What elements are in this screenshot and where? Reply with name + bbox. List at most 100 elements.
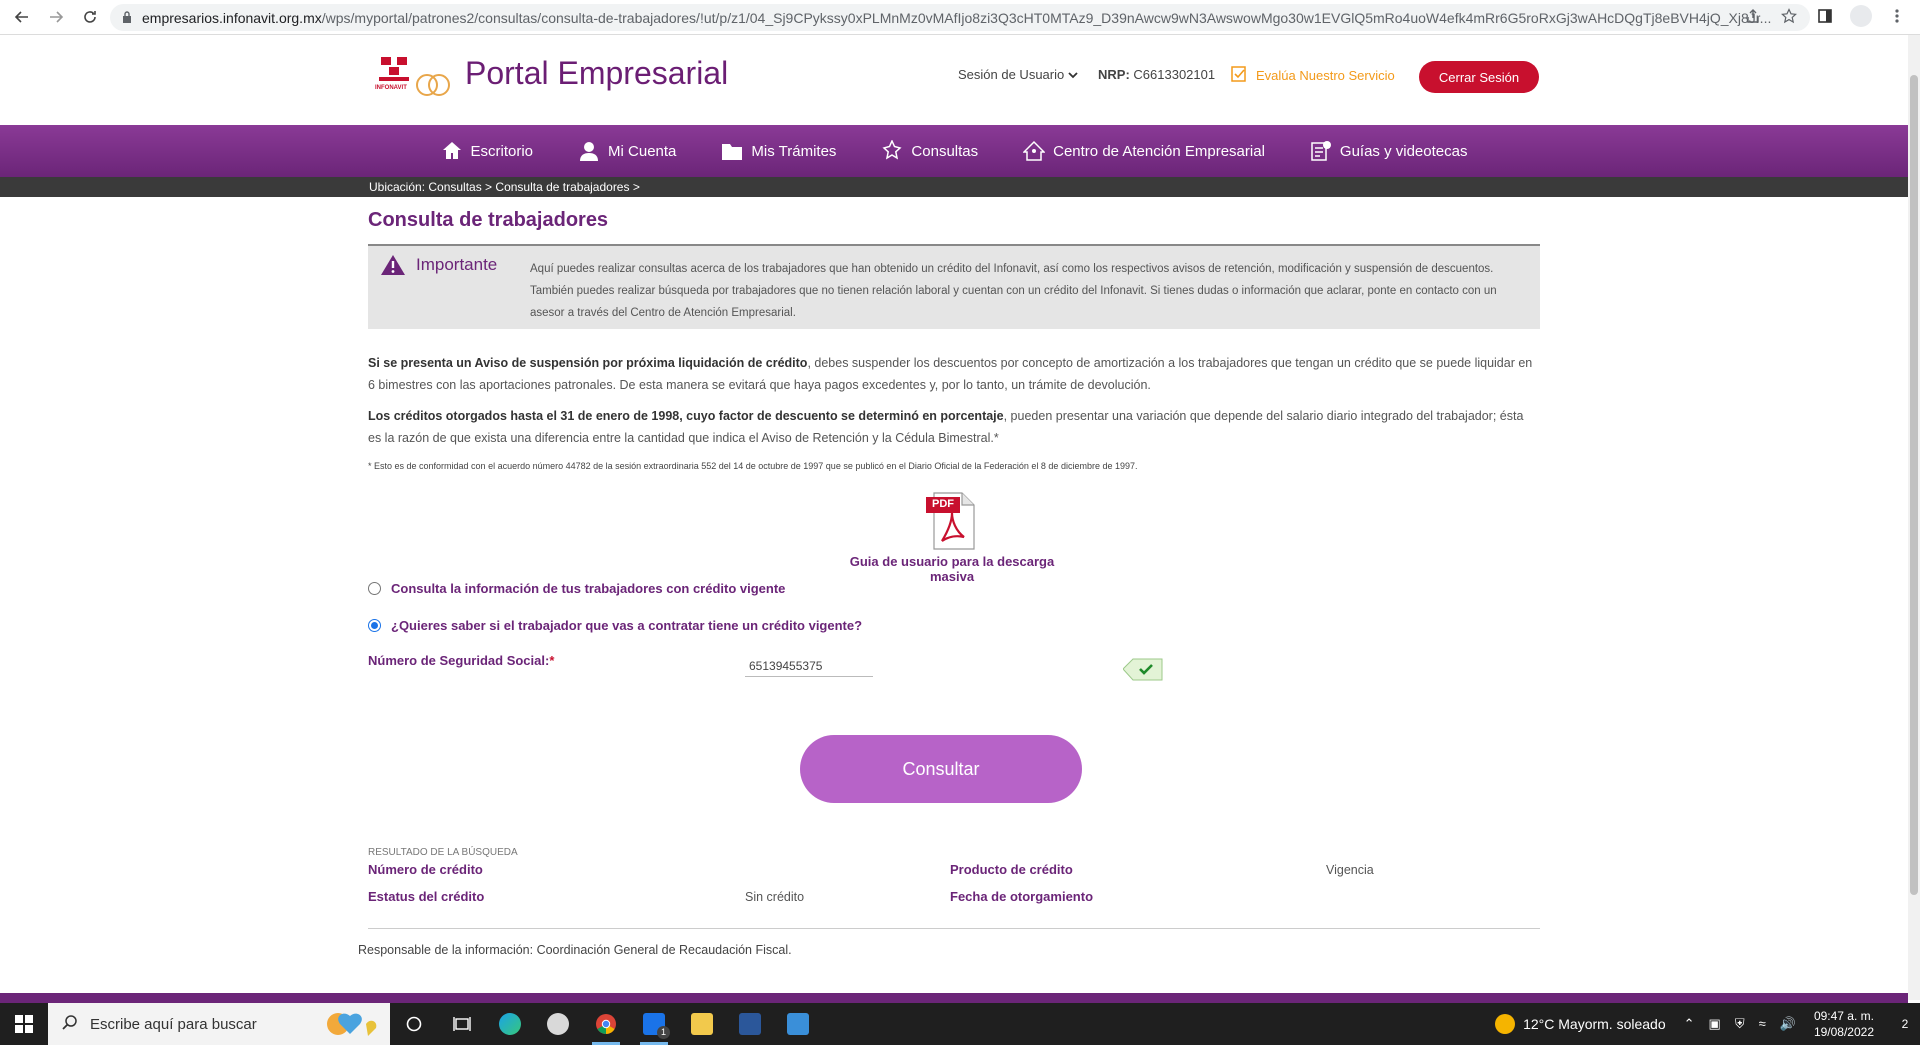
volume-icon[interactable]: 🔊 xyxy=(1780,1016,1796,1032)
stars-icon xyxy=(882,140,902,160)
logo-wordmark: INFONAVIT xyxy=(375,85,407,91)
clock[interactable]: 09:47 a. m. 19/08/2022 xyxy=(1814,1008,1874,1040)
bookmark-star-icon[interactable] xyxy=(1778,5,1800,27)
main-navigation: Escritorio Mi Cuenta Mis Trámites Consul… xyxy=(0,125,1908,177)
share-icon[interactable] xyxy=(1742,5,1764,27)
scrollbar-thumb[interactable] xyxy=(1910,75,1918,895)
defender-icon[interactable]: ⛨ xyxy=(1735,1016,1745,1032)
word-icon[interactable] xyxy=(726,1003,774,1045)
taskbar-search[interactable]: Escribe aquí para buscar xyxy=(48,1003,390,1045)
search-highlight-icon xyxy=(327,1013,377,1036)
paragraph-creditos-bold: Los créditos otorgados hasta el 31 de en… xyxy=(368,409,1004,423)
nrp-value: C6613302101 xyxy=(1133,67,1216,82)
meet-now-icon[interactable]: ▣ xyxy=(1709,1016,1721,1032)
forward-icon[interactable] xyxy=(44,5,68,29)
breadcrumb-bar: Ubicación: Consultas > Consulta de traba… xyxy=(0,177,1908,197)
notification-count: 2 xyxy=(1901,1017,1909,1031)
warning-icon xyxy=(381,255,405,275)
guide-icon xyxy=(1311,141,1331,161)
breadcrumb[interactable]: Ubicación: Consultas > Consulta de traba… xyxy=(369,180,640,194)
task-view-cortana-icon[interactable] xyxy=(390,1003,438,1045)
nav-item-label: Escritorio xyxy=(470,142,534,160)
home-icon xyxy=(442,142,461,159)
url-path: /wps/myportal/patrones2/consultas/consul… xyxy=(321,9,1772,26)
nrp-info: NRP: C6613302101 xyxy=(1098,67,1215,82)
weather-sun-icon xyxy=(1495,1014,1516,1034)
clock-time: 09:47 a. m. xyxy=(1813,1009,1874,1023)
folder-icon xyxy=(722,144,743,160)
radio-trabajador-contratar[interactable]: ¿Quieres saber si el trabajador que vas … xyxy=(368,618,862,633)
edge-browser-icon[interactable] xyxy=(486,1003,534,1045)
file-explorer-icon[interactable] xyxy=(678,1003,726,1045)
nav-item-consultas[interactable]: Consultas xyxy=(881,140,978,162)
nav-item-label: Centro de Atención Empresarial xyxy=(1053,142,1265,160)
radio-button-selected[interactable] xyxy=(368,619,381,632)
vigencia-label: Vigencia xyxy=(1326,863,1374,877)
wifi-icon[interactable]: ≈ xyxy=(1759,1016,1766,1032)
nav-item-mis-tramites[interactable]: Mis Trámites xyxy=(721,140,836,162)
footer-band xyxy=(0,993,1908,1003)
important-label: Importante xyxy=(416,255,498,274)
side-panel-icon[interactable] xyxy=(1814,5,1836,27)
weather-widget[interactable]: 12°C Mayorm. soleado xyxy=(1495,1014,1666,1034)
important-text: Aquí puedes realizar consultas acerca de… xyxy=(530,263,1497,319)
mail-icon[interactable]: 1 xyxy=(630,1003,678,1045)
photos-icon[interactable] xyxy=(774,1003,822,1045)
estatus-credito-label: Estatus del crédito xyxy=(368,889,485,904)
fecha-otorgamiento-label: Fecha de otorgamiento xyxy=(950,889,1094,904)
divider xyxy=(368,928,1540,929)
nss-input[interactable] xyxy=(745,655,873,677)
profile-avatar-icon[interactable] xyxy=(1850,5,1872,27)
address-bar[interactable]: empresarios.infonavit.org.mx/wps/myporta… xyxy=(110,4,1810,31)
radio-button[interactable] xyxy=(368,582,381,595)
user-guide-download-link[interactable]: Guia de usuario para la descarga masiva xyxy=(826,554,1078,584)
user-icon xyxy=(580,142,599,161)
windows-taskbar: Escribe aquí para buscar 1 12°C Mayorm. … xyxy=(0,1003,1920,1045)
app-cloud-icon[interactable] xyxy=(534,1003,582,1045)
infonavit-logo[interactable]: INFONAVIT 50 xyxy=(375,53,450,103)
estatus-credito-value: Sin crédito xyxy=(745,890,805,904)
consultar-button[interactable]: Consultar xyxy=(800,735,1082,803)
nav-item-escritorio[interactable]: Escritorio xyxy=(441,140,534,162)
lock-icon xyxy=(122,10,132,26)
important-notice: Importante Aquí puedes realizar consulta… xyxy=(368,244,1540,329)
page-title: Consulta de trabajadores xyxy=(368,209,609,231)
evaluate-service-label: Evalúa Nuestro Servicio xyxy=(1256,68,1395,83)
results-caption: Resultado de la búsqueda xyxy=(368,847,518,858)
user-session-label: Sesión de Usuario xyxy=(958,67,1065,82)
nav-item-label: Consultas xyxy=(911,142,979,160)
evaluate-service-link[interactable]: Evalúa Nuestro Servicio xyxy=(1230,65,1395,86)
search-icon xyxy=(62,1014,78,1034)
nav-item-label: Mi Cuenta xyxy=(608,142,677,160)
producto-credito-label: Producto de crédito xyxy=(950,862,1073,877)
radio-label: Consulta la información de tus trabajado… xyxy=(391,581,786,596)
responsable-text: Responsable de la información: Coordinac… xyxy=(358,943,792,957)
logout-button[interactable]: Cerrar Sesión xyxy=(1419,61,1539,93)
user-session-menu[interactable]: Sesión de Usuario xyxy=(958,67,1078,82)
windows-start-icon[interactable] xyxy=(0,1003,48,1045)
building-icon xyxy=(1023,140,1046,161)
nav-item-mi-cuenta[interactable]: Mi Cuenta xyxy=(578,140,676,162)
browser-toolbar: empresarios.infonavit.org.mx/wps/myporta… xyxy=(0,0,1920,35)
nav-item-label: Mis Trámites xyxy=(751,142,837,160)
back-icon[interactable] xyxy=(10,5,34,29)
reload-icon[interactable] xyxy=(78,5,102,29)
chrome-browser-icon[interactable] xyxy=(582,1003,630,1045)
radio-consulta-credito-vigente[interactable]: Consulta la información de tus trabajado… xyxy=(368,581,785,596)
radio-label: ¿Quieres saber si el trabajador que vas … xyxy=(391,618,863,633)
weather-text: 12°C Mayorm. soleado xyxy=(1523,1016,1666,1032)
nav-item-centro-atencion[interactable]: Centro de Atención Empresarial xyxy=(1023,140,1265,162)
paragraph-suspension: Si se presenta un Aviso de suspensión po… xyxy=(368,352,1540,396)
nav-item-label: Guías y videotecas xyxy=(1339,142,1468,160)
chevron-up-icon[interactable]: ⌃ xyxy=(1684,1016,1695,1032)
url-host: empresarios.infonavit.org.mx xyxy=(142,9,322,26)
numero-credito-label: Número de crédito xyxy=(368,862,483,877)
pdf-file-icon[interactable]: PDF xyxy=(926,491,978,551)
task-view-icon[interactable] xyxy=(438,1003,486,1045)
paragraph-suspension-bold: Si se presenta un Aviso de suspensión po… xyxy=(368,356,808,370)
menu-kebab-icon[interactable] xyxy=(1886,5,1908,27)
footnote: * Esto es de conformidad con el acuerdo … xyxy=(368,461,1138,471)
page-scrollbar[interactable] xyxy=(1908,35,1920,1000)
nav-item-guias[interactable]: Guías y videotecas xyxy=(1310,140,1468,162)
notification-center-icon[interactable]: 2 xyxy=(1890,1003,1920,1045)
